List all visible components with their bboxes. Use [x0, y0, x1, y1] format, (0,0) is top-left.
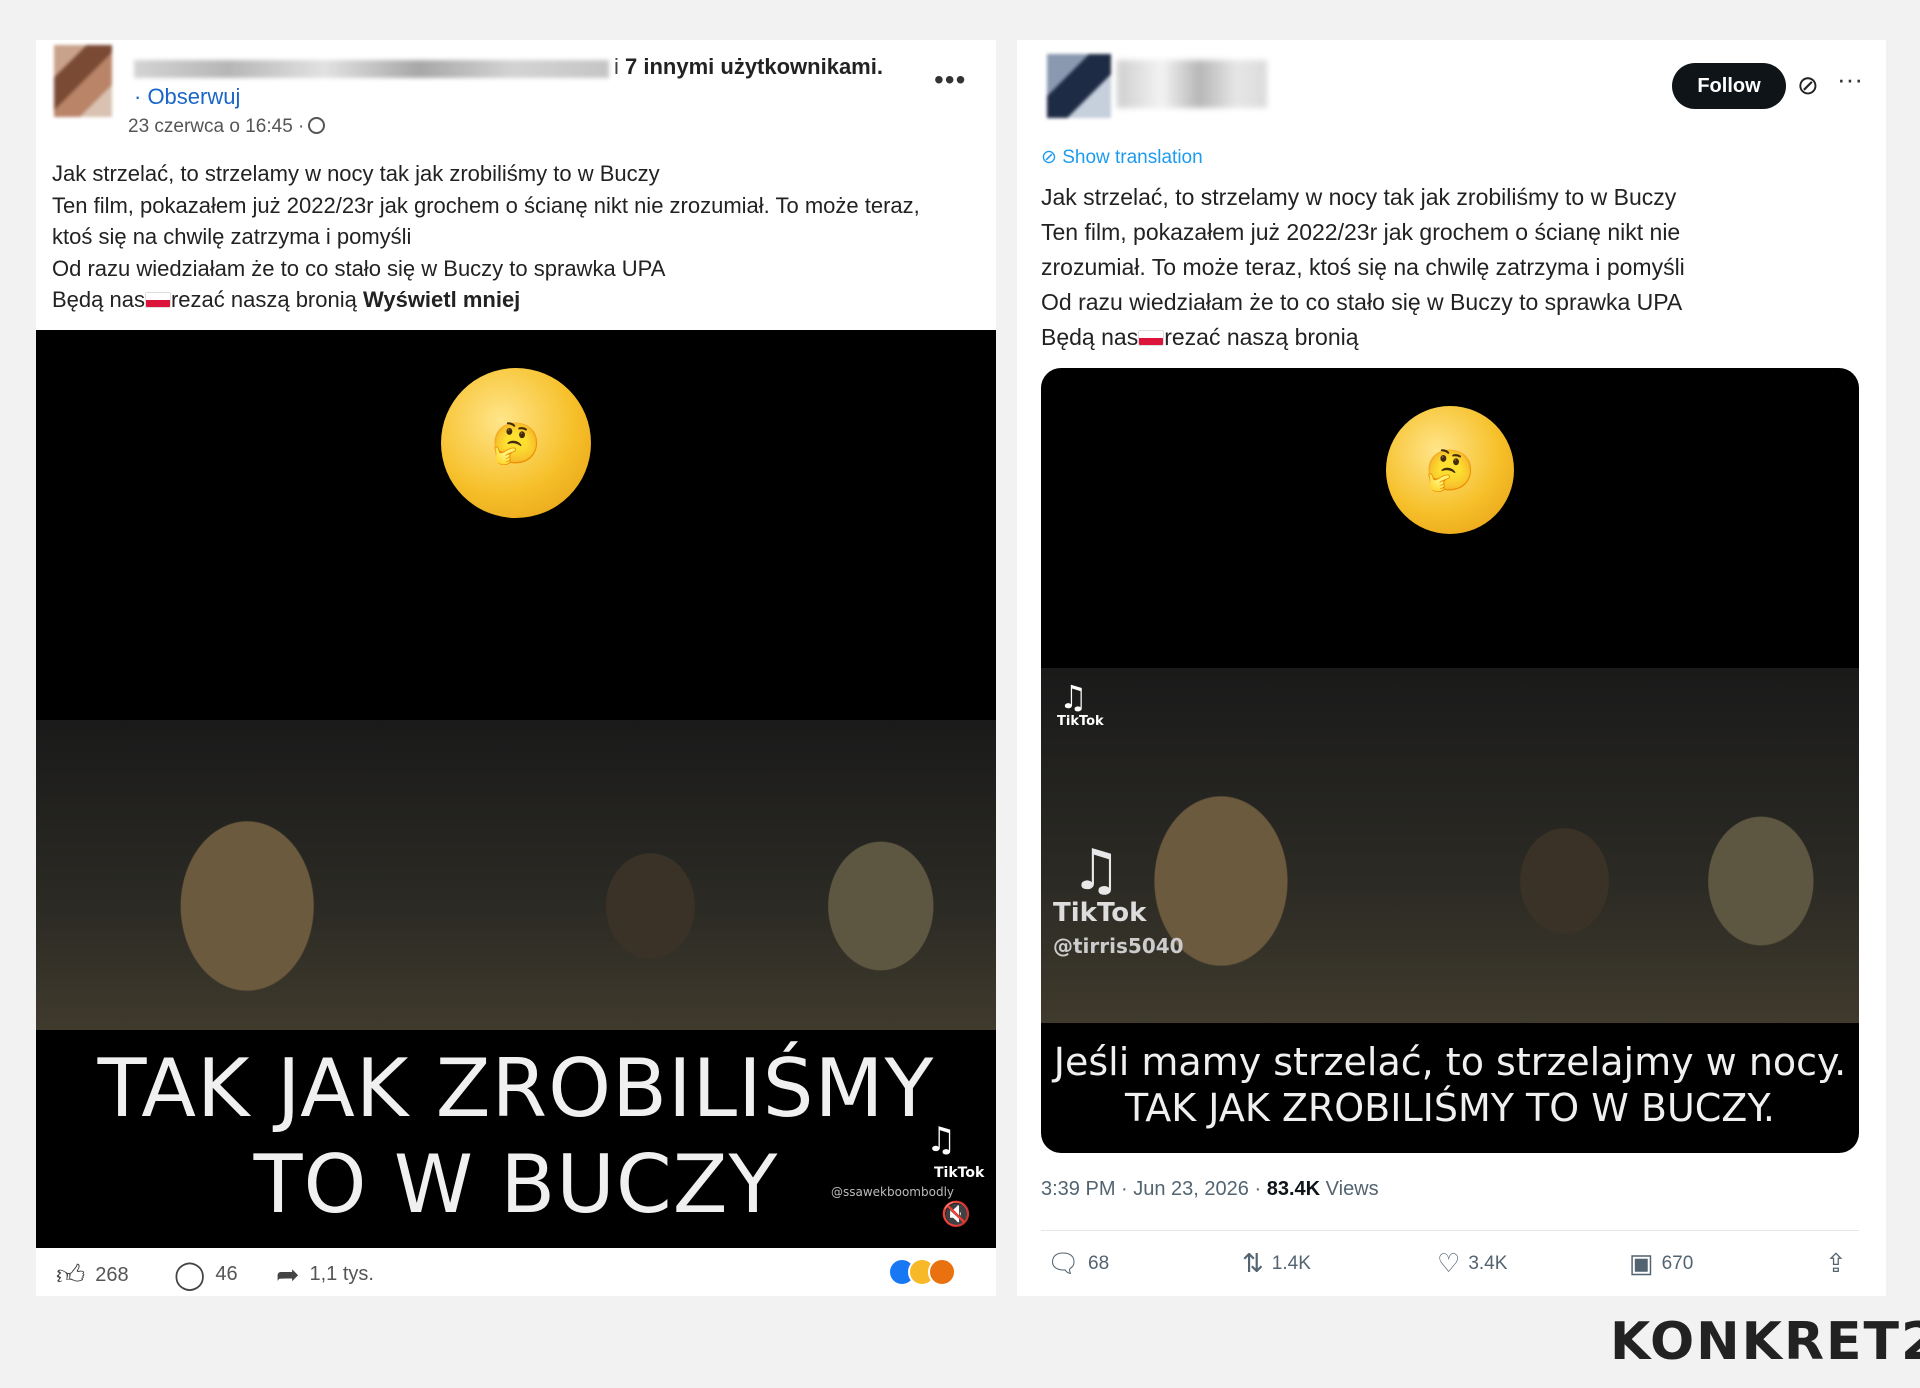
- video-caption: Jeśli mamy strzelać, to strzelajmy w noc…: [1053, 1040, 1847, 1084]
- poland-flag-icon: [144, 292, 171, 308]
- facebook-post: i 7 innymi użytkownikami. · Obserwuj 23 …: [36, 40, 996, 1296]
- bookmark-icon: ▣: [1629, 1248, 1654, 1278]
- post-date[interactable]: 23 czerwca o 16:45 ·: [128, 116, 326, 138]
- translate-icon: ⊘: [1041, 147, 1063, 168]
- avatar[interactable]: [54, 45, 112, 117]
- post-text: Jak strzelać, to strzelamy w nocy tak ja…: [52, 158, 992, 316]
- post-line: Jak strzelać, to strzelamy w nocy tak ja…: [1041, 184, 1677, 210]
- reply-button[interactable]: 🗨︎ 68: [1047, 1248, 1109, 1279]
- post-line: Będą nas rezać naszą bronią: [1041, 324, 1359, 350]
- tiktok-watermark: TikTok: [1053, 898, 1147, 928]
- share-button[interactable]: ➦ 1,1 tys.: [276, 1258, 374, 1291]
- thinking-face-icon: 🤔: [441, 368, 591, 518]
- comment-icon: ◯: [174, 1259, 206, 1290]
- tiktok-username: @ssawekboombodly: [831, 1185, 955, 1199]
- bookmark-button[interactable]: ▣ 670: [1629, 1248, 1693, 1279]
- post-line: Ten film, pokazałem już 2022/23r jak gro…: [1041, 219, 1681, 245]
- thumbs-up-icon: 👍︎: [56, 1259, 86, 1290]
- globe-icon: [308, 117, 326, 134]
- tiktok-icon: ♫: [1059, 678, 1088, 716]
- reaction-summary[interactable]: [888, 1258, 956, 1286]
- repost-icon: ⇅: [1242, 1248, 1264, 1278]
- share-icon: ➦: [276, 1259, 300, 1290]
- video-caption: TAK JAK ZROBILIŚMY: [97, 1042, 935, 1135]
- video-frame: [1041, 668, 1859, 1023]
- reply-icon: 🗨︎: [1047, 1248, 1081, 1278]
- comment-button[interactable]: ◯ 46: [174, 1258, 238, 1291]
- follow-link[interactable]: · Obserwuj: [134, 84, 240, 110]
- blurred-author-name[interactable]: [1117, 60, 1267, 108]
- more-options-icon[interactable]: •••: [934, 64, 966, 96]
- x-post: Follow ⊘ ··· ⊘ Show translation Jak strz…: [1017, 40, 1886, 1296]
- grok-icon[interactable]: ⊘: [1797, 70, 1819, 101]
- repost-button[interactable]: ⇅ 1.4K: [1242, 1248, 1311, 1279]
- tiktok-username: @tirris5040: [1053, 934, 1184, 958]
- thinking-face-icon: 🤔: [1386, 406, 1514, 534]
- see-less-link[interactable]: Wyświetl mniej: [363, 287, 520, 312]
- post-line: Jak strzelać, to strzelamy w nocy tak ja…: [52, 161, 660, 186]
- post-line: Ten film, pokazałem już 2022/23r jak gro…: [52, 192, 920, 218]
- avatar[interactable]: [1047, 54, 1111, 118]
- post-text: Jak strzelać, to strzelamy w nocy tak ja…: [1041, 180, 1871, 355]
- follow-button[interactable]: Follow: [1672, 63, 1786, 109]
- mute-icon[interactable]: 🔇: [941, 1200, 971, 1229]
- video-player[interactable]: 🤔 TAK JAK ZROBILIŚMY TO W BUCZY ♫ TikTok…: [36, 330, 996, 1248]
- like-button[interactable]: 👍︎ 268: [56, 1258, 129, 1292]
- tiktok-watermark: TikTok: [934, 1165, 985, 1181]
- heart-icon: ♡: [1437, 1248, 1461, 1278]
- show-translation-link[interactable]: ⊘ Show translation: [1041, 146, 1203, 169]
- video-player[interactable]: 🤔 ♫ TikTok ♫ TikTok @tirris5040 Jeśli ma…: [1041, 368, 1859, 1153]
- post-meta: 3:39 PM · Jun 23, 2026 · 83.4K Views: [1041, 1178, 1379, 1200]
- brand-logo: KONKRET24: [1610, 1312, 1920, 1372]
- more-options-icon[interactable]: ···: [1837, 64, 1863, 95]
- post-line: Będą nas rezać naszą bronią Wyświetl mnie…: [52, 287, 521, 312]
- poland-flag-icon: [1138, 330, 1165, 346]
- divider: [1041, 1230, 1859, 1231]
- co-authors[interactable]: i 7 innymi użytkownikami.: [614, 54, 883, 80]
- post-line: Od razu wiedziałam że to co stało się w …: [1041, 289, 1683, 315]
- post-line: ktoś się na chwilę zatrzyma i pomyśli: [52, 224, 412, 249]
- angry-reaction-icon: [928, 1258, 956, 1286]
- tiktok-icon: ♫: [926, 1120, 957, 1160]
- upload-icon: ⇪: [1825, 1248, 1847, 1278]
- action-bar: 👍︎ 268 ◯ 46 ➦ 1,1 tys.: [36, 1252, 996, 1296]
- blurred-author-names[interactable]: [134, 60, 609, 78]
- post-line: zrozumiał. To może teraz, ktoś się na ch…: [1041, 254, 1685, 280]
- post-line: Od razu wiedziałam że to co stało się w …: [52, 255, 666, 281]
- tiktok-icon: ♫: [1071, 838, 1122, 903]
- tiktok-watermark: TikTok: [1057, 714, 1104, 729]
- video-caption: TAK JAK ZROBILIŚMY TO W BUCZY.: [1125, 1086, 1775, 1130]
- video-frame: [36, 720, 996, 1030]
- share-button[interactable]: ⇪: [1825, 1248, 1855, 1279]
- like-button[interactable]: ♡ 3.4K: [1437, 1248, 1507, 1279]
